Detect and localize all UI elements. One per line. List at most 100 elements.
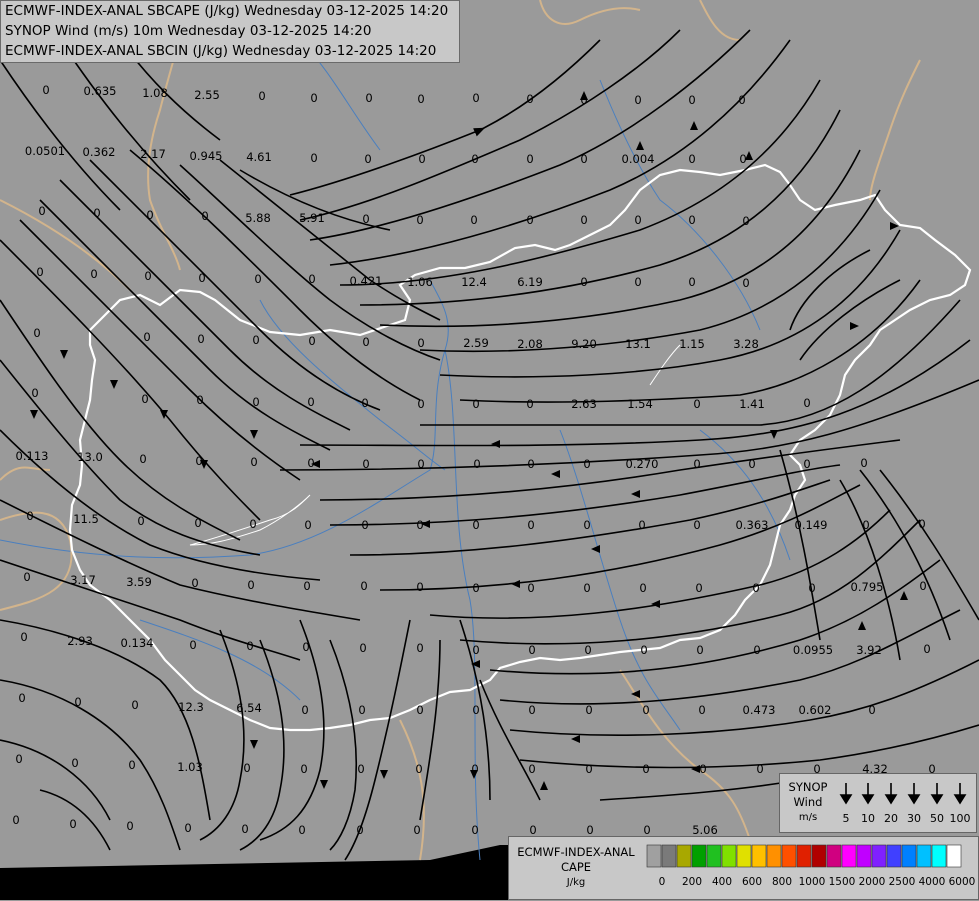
cape-value-label: 2.08	[517, 337, 543, 351]
cape-tick-label: 1000	[799, 876, 826, 888]
cape-value-label: 1.08	[142, 86, 168, 100]
cape-value-label: 0	[698, 703, 705, 717]
cape-value-label: 0.602	[799, 703, 832, 717]
cape-value-label: 5.88	[245, 211, 271, 225]
wind-speed-label: 50	[930, 812, 944, 825]
cape-value-label: 0	[310, 151, 317, 165]
cape-value-label: 4.61	[246, 150, 272, 164]
cape-value-label: 0	[258, 89, 265, 103]
cape-color-swatch	[751, 844, 767, 868]
cape-value-label: 0	[528, 643, 535, 657]
cape-value-label: 0	[586, 823, 593, 837]
cape-value-label: 3.17	[70, 573, 96, 587]
cape-value-label: 0	[529, 823, 536, 837]
cape-value-label: 0	[642, 703, 649, 717]
cape-value-label: 0	[141, 392, 148, 406]
map-header: ECMWF-INDEX-ANAL SBCAPE (J/kg) Wednesday…	[0, 0, 460, 63]
cape-value-label: 0	[699, 762, 706, 776]
cape-value-label: 0	[693, 397, 700, 411]
cape-value-label: 0	[417, 397, 424, 411]
cape-value-label: 2.93	[67, 634, 93, 648]
cape-value-label: 12.4	[461, 275, 487, 289]
cape-tick-label: 2500	[889, 876, 916, 888]
cape-value-label: 0	[38, 204, 45, 218]
cape-value-label: 0	[526, 92, 533, 106]
cape-tick-label: 4000	[919, 876, 946, 888]
cape-value-label: 0	[128, 758, 135, 772]
cape-value-label: 11.5	[73, 512, 99, 526]
cape-value-label: 0	[356, 823, 363, 837]
cape-value-label: 0	[583, 581, 590, 595]
cape-value-label: 0	[739, 152, 746, 166]
cape-value-label: 0.270	[626, 457, 659, 471]
cape-color-swatch	[841, 844, 857, 868]
cape-value-label: 0	[638, 518, 645, 532]
cape-value-label: 1.03	[177, 760, 203, 774]
cape-value-label: 0	[184, 821, 191, 835]
cape-value-label: 3.28	[733, 337, 759, 351]
cape-color-swatch	[901, 844, 917, 868]
cape-value-label: 0	[143, 330, 150, 344]
cape-value-label: 0	[308, 334, 315, 348]
cape-value-label: 0	[471, 762, 478, 776]
cape-value-label: 0	[23, 570, 30, 584]
cape-value-label: 0	[416, 518, 423, 532]
cape-value-label: 0	[526, 397, 533, 411]
cape-value-label: 0	[803, 396, 810, 410]
cape-color-swatch	[826, 844, 842, 868]
cape-value-label: 1.06	[407, 275, 433, 289]
cape-value-label: 0	[528, 762, 535, 776]
cape-value-label: 0	[31, 386, 38, 400]
cape-value-label: 12.3	[178, 700, 204, 714]
cape-value-label: 0	[201, 209, 208, 223]
cape-value-label: 0	[472, 643, 479, 657]
cape-value-label: 0	[359, 641, 366, 655]
cape-value-label: 0	[197, 332, 204, 346]
cape-value-label: 0	[526, 213, 533, 227]
cape-tick-label: 200	[682, 876, 702, 888]
cape-value-label: 0	[808, 581, 815, 595]
cape-value-label: 0	[585, 703, 592, 717]
cape-value-label: 0	[580, 93, 587, 107]
cape-value-label: 0	[696, 643, 703, 657]
cape-value-label: 0	[26, 509, 33, 523]
cape-tick-label: 0	[659, 876, 666, 888]
cape-value-label: 0	[362, 212, 369, 226]
cape-value-label: 0	[246, 639, 253, 653]
cape-value-label: 0	[361, 396, 368, 410]
cape-value-label: 13.1	[625, 337, 651, 351]
cape-value-label: 13.0	[77, 450, 103, 464]
cape-value-label: 0	[416, 580, 423, 594]
cape-value-label: 0	[868, 703, 875, 717]
cape-value-label: 0	[194, 516, 201, 530]
cape-value-label: 0	[742, 214, 749, 228]
cape-color-swatch	[676, 844, 692, 868]
cape-value-label: 2.17	[140, 147, 166, 161]
cape-value-label: 0	[688, 152, 695, 166]
cape-value-label: 2.59	[463, 336, 489, 350]
cape-value-label: 0	[585, 762, 592, 776]
cape-value-label: 0	[742, 276, 749, 290]
cape-value-label: 0	[71, 756, 78, 770]
cape-value-label: 0	[634, 213, 641, 227]
cape-value-label: 0	[20, 630, 27, 644]
cape-value-label: 0	[362, 457, 369, 471]
wind-legend-arrows: 5 10 20 30 50 100	[839, 783, 971, 825]
cape-value-label: 3.59	[126, 575, 152, 589]
cape-value-label: 2.63	[571, 397, 597, 411]
cape-value-label: 0	[527, 518, 534, 532]
cape-value-label: 0	[365, 91, 372, 105]
cape-value-label: 0	[139, 452, 146, 466]
cape-color-swatch	[856, 844, 872, 868]
cape-value-label: 0	[74, 695, 81, 709]
cape-value-label: 0.795	[851, 580, 884, 594]
cape-value-label: 0	[416, 641, 423, 655]
cape-value-label: 0	[198, 271, 205, 285]
cape-value-label: 0	[580, 275, 587, 289]
cape-value-label: 0	[413, 823, 420, 837]
cape-value-label: 0.945	[190, 149, 223, 163]
cape-color-bar: 0 200 400 600 800 1000 1500 2000 2500 4000 6000	[646, 844, 975, 888]
cape-value-label: 2.55	[194, 88, 220, 102]
cape-value-label: 6.54	[236, 701, 262, 715]
cape-value-label: 0	[249, 517, 256, 531]
